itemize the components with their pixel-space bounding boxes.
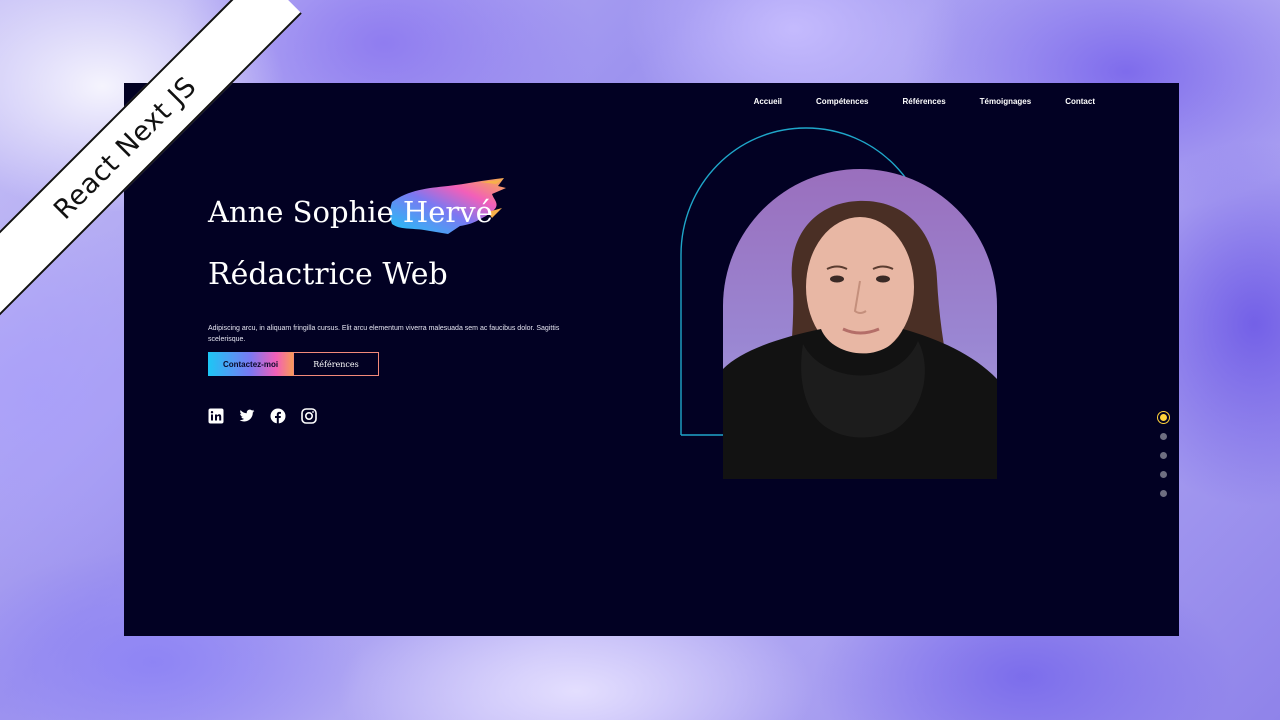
section-pagination <box>1160 414 1167 497</box>
references-button[interactable]: Références <box>293 352 379 376</box>
instagram-icon[interactable] <box>301 408 317 424</box>
twitter-icon[interactable] <box>239 408 255 424</box>
pagination-dot-4[interactable] <box>1160 471 1167 478</box>
portrait-illustration <box>723 200 997 479</box>
nav-accueil[interactable]: Accueil <box>754 97 782 106</box>
first-names: Anne Sophie <box>208 195 403 229</box>
hero-name: Anne Sophie Hervé <box>208 195 493 229</box>
portfolio-page: Accueil Compétences Références Témoignag… <box>124 83 1179 636</box>
nav-temoignages[interactable]: Témoignages <box>980 97 1032 106</box>
nav-references[interactable]: Références <box>903 97 946 106</box>
pagination-dot-1[interactable] <box>1160 414 1167 421</box>
pagination-dot-2[interactable] <box>1160 433 1167 440</box>
contact-button[interactable]: Contactez-moi <box>208 352 293 376</box>
linkedin-icon[interactable] <box>208 408 224 424</box>
hero-buttons: Contactez-moi Références <box>208 352 379 376</box>
nav-competences[interactable]: Compétences <box>816 97 868 106</box>
main-nav: Accueil Compétences Références Témoignag… <box>754 97 1095 106</box>
pagination-dot-3[interactable] <box>1160 452 1167 459</box>
pagination-dot-5[interactable] <box>1160 490 1167 497</box>
facebook-icon[interactable] <box>270 408 286 424</box>
hero-description: Adipiscing arcu, in aliquam fringilla cu… <box>208 325 560 343</box>
nav-contact[interactable]: Contact <box>1065 97 1095 106</box>
profile-photo <box>723 169 997 479</box>
last-name: Hervé <box>402 195 493 229</box>
hero-role: Rédactrice Web <box>208 257 448 292</box>
social-links <box>208 408 317 424</box>
